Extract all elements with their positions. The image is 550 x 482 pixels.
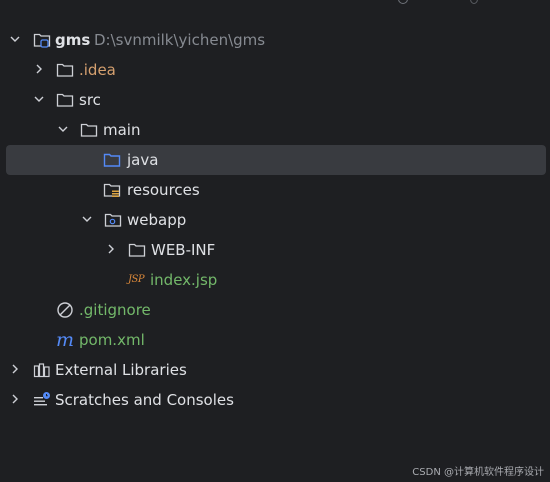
- tree-row-index-jsp[interactable]: JSP index.jsp: [0, 265, 550, 295]
- tree-row-src[interactable]: src: [0, 85, 550, 115]
- tree-row-main[interactable]: main: [0, 115, 550, 145]
- tree-item-label[interactable]: pom.xml: [79, 325, 145, 355]
- ignore-file-icon: [56, 301, 74, 319]
- jsp-file-icon: JSP: [128, 274, 145, 285]
- resources-folder-icon: [103, 181, 121, 199]
- tree-item-label[interactable]: src: [79, 85, 101, 115]
- watermark: CSDN @计算机软件程序设计: [412, 467, 544, 478]
- project-folder-icon: [33, 31, 51, 49]
- tree-item-label[interactable]: .gitignore: [79, 295, 151, 325]
- chevron-right-icon[interactable]: [103, 235, 119, 265]
- libraries-icon: [33, 361, 51, 379]
- tree-item-label[interactable]: resources: [127, 175, 200, 205]
- tree-row-gms[interactable]: gms D:\svnmilk\yichen\gms: [0, 25, 550, 55]
- project-tree[interactable]: gms D:\svnmilk\yichen\gms .idea src main: [0, 25, 550, 415]
- tree-row-web-inf[interactable]: WEB-INF: [0, 235, 550, 265]
- chevron-right-icon[interactable]: [7, 385, 23, 415]
- tree-row-idea[interactable]: .idea: [0, 55, 550, 85]
- folder-icon: [128, 241, 146, 259]
- tree-item-label[interactable]: WEB-INF: [151, 235, 215, 265]
- source-root-folder-icon: [103, 151, 121, 169]
- web-folder-icon: [104, 211, 122, 229]
- tree-item-label[interactable]: java: [127, 145, 158, 175]
- toolbar-icon: [470, 0, 478, 4]
- tree-item-label[interactable]: main: [103, 115, 140, 145]
- project-path: D:\svnmilk\yichen\gms: [94, 31, 266, 49]
- tree-row-pom-xml[interactable]: m pom.xml: [0, 325, 550, 355]
- tree-item-label[interactable]: External Libraries: [55, 355, 187, 385]
- chevron-down-icon[interactable]: [31, 85, 47, 115]
- chevron-down-icon[interactable]: [7, 25, 23, 55]
- folder-icon: [80, 121, 98, 139]
- tree-row-external-libraries[interactable]: External Libraries: [0, 355, 550, 385]
- toolbar-icon: [398, 0, 408, 4]
- chevron-down-icon[interactable]: [55, 115, 71, 145]
- tree-item-label[interactable]: webapp: [127, 205, 186, 235]
- maven-file-icon: m: [56, 329, 75, 351]
- folder-icon: [56, 61, 74, 79]
- tree-row-webapp[interactable]: webapp: [0, 205, 550, 235]
- chevron-down-icon[interactable]: [79, 205, 95, 235]
- tree-item-label[interactable]: Scratches and Consoles: [55, 385, 234, 415]
- chevron-right-icon[interactable]: [7, 355, 23, 385]
- tree-item-label[interactable]: .idea: [79, 55, 116, 85]
- tree-row-java[interactable]: java: [0, 145, 550, 175]
- scratches-icon: [33, 391, 51, 409]
- project-name[interactable]: gms: [55, 25, 90, 55]
- folder-icon: [56, 91, 74, 109]
- tree-row-gitignore[interactable]: .gitignore: [0, 295, 550, 325]
- tree-row-resources[interactable]: resources: [0, 175, 550, 205]
- chevron-right-icon[interactable]: [31, 55, 47, 85]
- tree-row-scratches-and-consoles[interactable]: Scratches and Consoles: [0, 385, 550, 415]
- top-toolbar-remnant: [0, 0, 550, 6]
- tree-item-label[interactable]: index.jsp: [150, 265, 217, 295]
